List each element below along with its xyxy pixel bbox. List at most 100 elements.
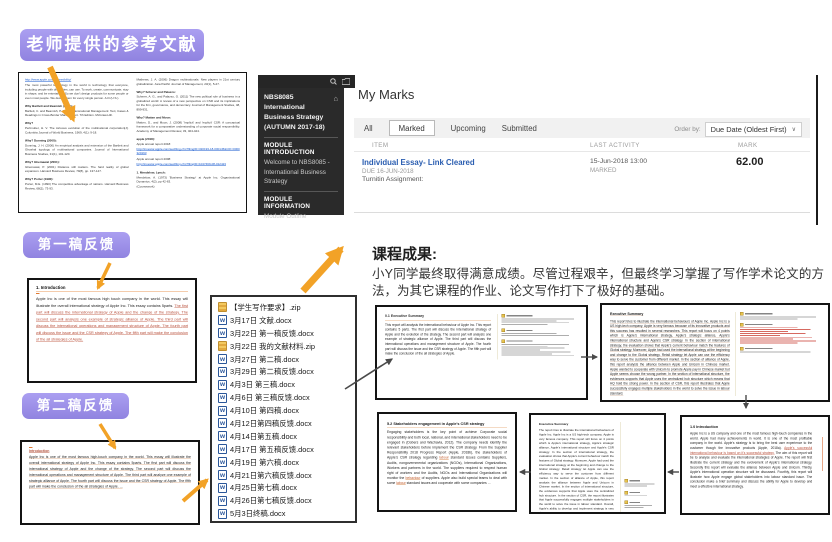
comment-line <box>624 495 647 496</box>
file-name: 3月22日 我的文献材料.zip <box>230 341 315 352</box>
comment-author-line <box>507 330 533 331</box>
file-name: 4月3日 第三稿.docx <box>230 379 295 390</box>
file-name: 4月21日第六稿反馈.docx <box>230 470 312 481</box>
marks-column-headers: ITEM LAST ACTIVITY MARK <box>354 138 810 152</box>
sidebar-item[interactable]: Welcome to NBS8085 - International Busin… <box>264 158 338 185</box>
file-row[interactable]: w3月27日 第二稿.docx <box>218 353 355 366</box>
essay-flow-doc-5-page: 5.2 Stakeholders engagement in Apple's C… <box>379 414 515 493</box>
course-outcome-heading: 课程成果: <box>372 243 437 264</box>
file-name: 4月19日 第六稿.docx <box>230 457 299 468</box>
margin-comment <box>740 323 820 344</box>
course-sidebar: NBS8085 International Business Strategy … <box>258 88 344 215</box>
home-icon[interactable]: ⌂ <box>333 94 338 105</box>
margin-comments <box>620 422 656 514</box>
reference-text: Scherer, A. G., and Palazzo, G. (2011) T… <box>137 95 241 112</box>
reference-doc-right-column: Mathews, J. A. (2006) Dragon multination… <box>137 78 241 192</box>
comment-line <box>740 333 805 334</box>
file-row[interactable]: w4月26日第七稿反馈.docx <box>218 494 355 507</box>
file-name: 4月25日第七稿.docx <box>230 482 297 493</box>
comment-author-line <box>507 315 533 316</box>
word-file-icon: w <box>218 328 227 338</box>
essay-flow-doc-4-page: Executive Summary The report tries to il… <box>531 415 664 514</box>
marks-tab-bar: AllMarkedUpcomingSubmitted Order by: Due… <box>354 118 810 138</box>
essay-text: The report tries to illustrate the inter… <box>539 429 614 514</box>
tracked-change-mark <box>36 293 40 294</box>
comment-author-line <box>629 502 640 503</box>
comment-line <box>502 350 540 351</box>
draft2-paragraph: Apple Inc is one of the most famous high… <box>29 455 191 491</box>
reference-text: Why? Scherer and Palazzo: <box>137 90 241 94</box>
comment-author-line <box>629 480 640 481</box>
file-row[interactable]: w4月14日第五稿.docx <box>218 430 355 443</box>
file-row[interactable]: w3月22日 第一稿反馈.docx <box>218 327 355 340</box>
file-row[interactable]: 【学生写作要求】.zip <box>218 301 355 314</box>
sidebar-section-header: MODULE INFORMATION <box>264 196 338 210</box>
essay-flow-doc-3-page: 1.0 Introduction Apple Inc is a US compa… <box>682 417 828 496</box>
order-by-dropdown[interactable]: Due Date (Oldest First) ∨ <box>705 122 802 137</box>
essay-text: Apple Inc is one of the most famous high… <box>29 456 191 489</box>
reference-text: Ghemawat, P. (2001) Distance still matte… <box>25 165 129 174</box>
flow1-paragraph: This report will analysis the internatio… <box>385 323 491 357</box>
draft2-heading: Introduction <box>29 450 191 454</box>
essay-flow-doc-5: 5.2 Stakeholders engagement in Apple's C… <box>377 412 517 512</box>
file-row[interactable]: w4月3日 第三稿.docx <box>218 378 355 391</box>
reference-text: Why? Porter (1990): <box>25 178 129 182</box>
reference-doc-left-column: http://www.apple.com/accessibility/The m… <box>25 78 129 192</box>
sidebar-item[interactable]: Module Outline <box>264 212 338 221</box>
file-row[interactable]: w4月19日 第六稿.docx <box>218 456 355 469</box>
draft2-doc: Introduction Apple Inc is one of the mos… <box>20 440 200 525</box>
word-file-icon: w <box>218 431 227 441</box>
folder-icon[interactable] <box>342 78 350 85</box>
comment-author-line <box>629 492 640 493</box>
assignment-mark-value: 62.00 <box>736 156 764 168</box>
file-row[interactable]: w4月6日 第三稿反馈.docx <box>218 391 355 404</box>
comment-line <box>740 341 816 342</box>
word-file-icon: w <box>218 380 227 390</box>
tab-submitted[interactable]: Submitted <box>502 124 537 133</box>
reference-text: Why Bartlett and Beamish (2014): <box>25 104 129 108</box>
file-name: 4月17日 第五稿反馈.docx <box>230 444 314 455</box>
order-by-value: Due Date (Oldest First) <box>711 125 787 134</box>
tab-upcoming[interactable]: Upcoming <box>451 124 486 133</box>
word-file-icon: w <box>218 509 227 519</box>
file-row[interactable]: w4月17日 第五稿反馈.docx <box>218 443 355 456</box>
file-name: 3月29日 第二稿反馈.docx <box>230 366 314 377</box>
zip-file-icon <box>218 341 227 351</box>
flow2-heading: Executive Summary <box>610 312 730 317</box>
file-row[interactable]: w4月10日 第四稿.docx <box>218 404 355 417</box>
reference-text: Mathews, J. A. (2006) Dragon multination… <box>137 78 241 87</box>
reference-link: http://investor.apple.com/secfiling.cfm?… <box>137 147 241 155</box>
course-title-text: NBS8085 International Business Strategy … <box>264 94 325 131</box>
comment-line <box>502 333 557 334</box>
draft1-page: 1. Introduction Apple Inc is one of the … <box>29 280 195 348</box>
file-row[interactable]: w4月25日第七稿.docx <box>218 481 355 494</box>
word-file-icon: w <box>218 483 227 493</box>
search-icon[interactable] <box>330 78 337 85</box>
file-row[interactable]: w4月21日第六稿反馈.docx <box>218 469 355 482</box>
file-row[interactable]: w3月17日 文献.docx <box>218 314 355 327</box>
assignment-link[interactable]: Individual Essay- Link Cleared <box>362 158 475 167</box>
file-row[interactable]: w5月3日终稿.docx <box>218 507 355 520</box>
comment-line <box>740 317 816 318</box>
sidebar-section-header: MODULE INTRODUCTION <box>264 142 338 156</box>
word-file-icon: w <box>218 444 227 454</box>
comment-icon <box>624 479 628 483</box>
chevron-down-icon: ∨ <box>792 126 796 133</box>
comment-icon-row <box>624 501 656 505</box>
tab-all[interactable]: All <box>364 124 373 133</box>
assignment-due-date: DUE 16-JUN-2018 <box>362 168 414 175</box>
flow3-paragraph: Apple Inc is a US company and one of the… <box>690 432 812 490</box>
comment-icon-row <box>624 491 656 495</box>
draft2-page: Introduction Apple Inc is one of the mos… <box>22 442 198 494</box>
file-row[interactable]: w4月12日第四稿反馈.docx <box>218 417 355 430</box>
flow5-paragraph: Engaging stakeholders is the key point o… <box>387 430 507 486</box>
margin-comment <box>502 314 578 325</box>
word-file-icon: w <box>218 418 227 428</box>
essay-flow-doc-2-page: Executive Summary This report tries to i… <box>602 305 828 402</box>
assignment-type: Turnitin Assignment: <box>362 176 423 183</box>
tab-marked[interactable]: Marked <box>389 120 435 136</box>
file-transfer-list: 【学生写作要求】.zipw3月17日 文献.docxw3月22日 第一稿反馈.d… <box>210 295 357 523</box>
file-row[interactable]: w3月29日 第二稿反馈.docx <box>218 365 355 378</box>
file-row[interactable]: 3月22日 我的文献材料.zip <box>218 340 355 353</box>
comment-line <box>502 335 569 336</box>
